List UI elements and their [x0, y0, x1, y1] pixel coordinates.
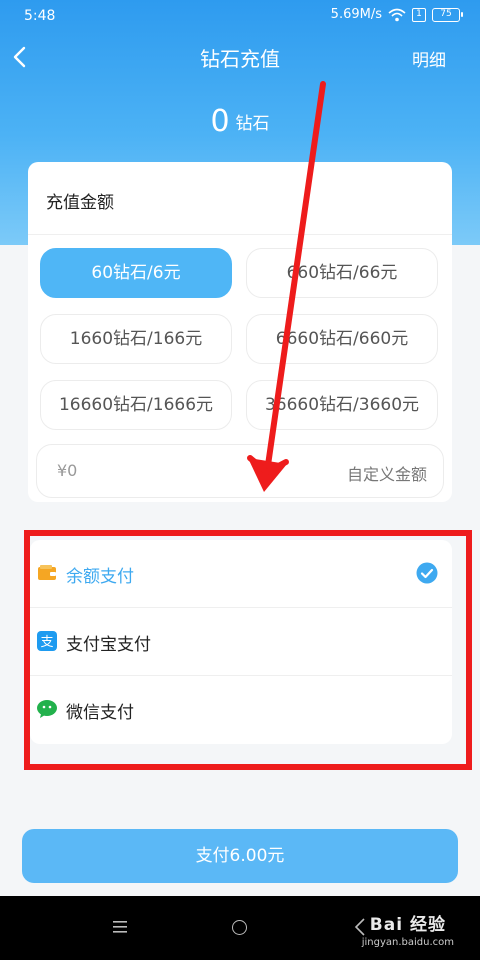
- payment-option-balance[interactable]: 余额支付: [30, 540, 452, 608]
- watermark-url: jingyan.baidu.com: [361, 937, 454, 948]
- recharge-amount-card: 充值金额 60钻石/6元 660钻石/66元 1660钻石/166元 6660钻…: [28, 162, 452, 502]
- menu-icon[interactable]: [112, 920, 128, 934]
- battery-icon: 75: [432, 7, 463, 22]
- amount-option-36660[interactable]: 36660钻石/3660元: [246, 380, 438, 430]
- page-title: 钻石充值: [200, 47, 280, 71]
- system-nav-bar: Bai 经验 jingyan.baidu.com: [0, 896, 480, 960]
- payment-label-alipay: 支付宝支付: [66, 635, 151, 655]
- custom-amount-label: 自定义金额: [346, 465, 427, 484]
- alipay-icon: 支: [37, 631, 57, 651]
- detail-link[interactable]: 明细: [412, 46, 446, 71]
- status-bar: 5:48 5.69M/s 1 75: [0, 0, 480, 32]
- payment-method-card: 余额支付 支 支付宝支付 微信支付: [30, 540, 452, 744]
- pay-button[interactable]: 支付6.00元: [22, 829, 458, 883]
- recharge-amount-title: 充值金额: [46, 193, 114, 213]
- custom-amount-input[interactable]: ¥0 自定义金额: [36, 444, 444, 498]
- balance-unit: 钻石: [235, 114, 270, 134]
- amount-option-60[interactable]: 60钻石/6元: [40, 248, 232, 298]
- sim-icon: 1: [412, 7, 426, 22]
- custom-amount-value: ¥0: [57, 461, 78, 480]
- wechat-icon: [37, 700, 57, 718]
- status-indicators: 5.69M/s 1 75: [330, 7, 463, 22]
- payment-option-wechat[interactable]: 微信支付: [30, 676, 452, 744]
- watermark-logo: Bai 经验: [369, 915, 446, 935]
- amount-option-1660[interactable]: 1660钻石/166元: [40, 314, 232, 364]
- payment-label-balance: 余额支付: [66, 567, 134, 587]
- diamond-balance: 0 钻石: [0, 104, 480, 139]
- svg-text:支: 支: [40, 635, 53, 650]
- nav-bar: 钻石充值 明细: [0, 32, 480, 82]
- wifi-icon: [388, 8, 406, 21]
- payment-label-wechat: 微信支付: [66, 703, 134, 723]
- amount-option-16660[interactable]: 16660钻石/1666元: [40, 380, 232, 430]
- divider: [28, 234, 452, 235]
- check-selected-icon: [416, 562, 438, 584]
- network-speed: 5.69M/s: [330, 7, 382, 22]
- amount-option-660[interactable]: 660钻石/66元: [246, 248, 438, 298]
- amount-option-6660[interactable]: 6660钻石/660元: [246, 314, 438, 364]
- payment-option-alipay[interactable]: 支 支付宝支付: [30, 608, 452, 676]
- watermark: Bai 经验 jingyan.baidu.com: [362, 910, 454, 948]
- balance-amount: 0: [210, 104, 230, 139]
- status-time: 5:48: [24, 8, 56, 24]
- wallet-icon: [38, 565, 56, 580]
- home-icon[interactable]: [232, 920, 247, 935]
